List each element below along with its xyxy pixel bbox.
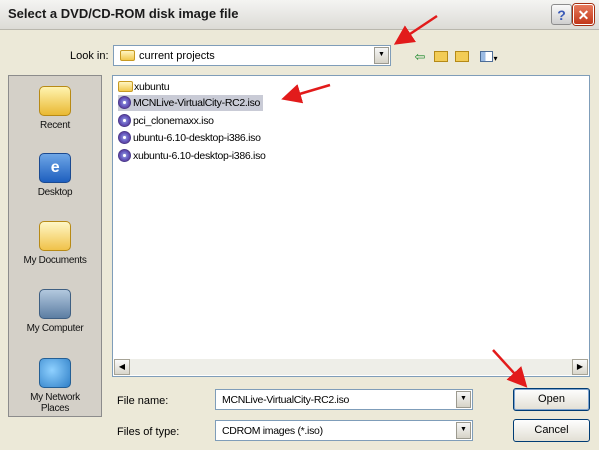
list-item[interactable]: xubuntu: [118, 79, 170, 95]
place-recent[interactable]: Recent: [9, 86, 101, 131]
documents-folder-icon: [39, 221, 71, 251]
filetype-value: CDROM images (*.iso): [222, 425, 323, 437]
close-button[interactable]: ✕: [573, 4, 594, 25]
horizontal-scrollbar[interactable]: ◀ ▶: [114, 359, 588, 375]
place-my-computer[interactable]: My Computer: [9, 289, 101, 334]
filename-label: File name:: [117, 395, 169, 407]
disc-image-icon: [118, 96, 131, 109]
filetype-label: Files of type:: [117, 426, 180, 438]
network-globe-icon: [39, 358, 71, 388]
folder-icon: [118, 81, 133, 92]
scroll-right-icon[interactable]: ▶: [572, 359, 588, 375]
places-bar: Recent e Desktop My Documents My Compute…: [8, 75, 102, 417]
chevron-down-icon[interactable]: ▼: [456, 391, 471, 408]
up-folder-icon[interactable]: [432, 48, 450, 66]
place-label: My Computer: [26, 323, 84, 334]
disc-image-icon: [118, 149, 131, 162]
folder-icon: [120, 50, 135, 61]
lookin-value: current projects: [139, 50, 215, 62]
disc-image-icon: [118, 114, 131, 127]
place-label: Recent: [40, 120, 70, 131]
list-item[interactable]: pci_clonemaxx.iso: [118, 113, 214, 129]
list-item-selected[interactable]: MCNLive-VirtualCity-RC2.iso: [118, 95, 264, 111]
open-button[interactable]: Open: [513, 388, 590, 411]
place-label: Desktop: [37, 187, 73, 198]
dialog-title: Select a DVD/CD-ROM disk image file: [8, 6, 239, 21]
place-label: My Documents: [23, 255, 87, 266]
computer-icon: [39, 289, 71, 319]
filetype-dropdown[interactable]: CDROM images (*.iso) ▼: [215, 420, 473, 441]
place-label: My Network Places: [30, 392, 80, 414]
lookin-label: Look in:: [70, 50, 109, 62]
back-arrow-icon[interactable]: ⇦: [411, 48, 429, 66]
list-item[interactable]: xubuntu-6.10-desktop-i386.iso: [118, 148, 266, 164]
desktop-icon: e: [39, 153, 71, 183]
help-button[interactable]: ?: [551, 4, 572, 25]
cancel-button[interactable]: Cancel: [513, 419, 590, 442]
list-item[interactable]: ubuntu-6.10-desktop-i386.iso: [118, 130, 261, 146]
place-my-documents[interactable]: My Documents: [9, 221, 101, 266]
new-folder-icon[interactable]: [453, 48, 471, 66]
disc-image-icon: [118, 131, 131, 144]
place-my-network[interactable]: My Network Places: [9, 358, 101, 414]
views-menu-icon[interactable]: ▾: [476, 48, 502, 66]
recent-folder-icon: [39, 86, 71, 116]
chevron-down-icon[interactable]: ▼: [456, 422, 471, 439]
file-list[interactable]: xubuntu MCNLive-VirtualCity-RC2.iso pci_…: [112, 75, 590, 377]
filename-value: MCNLive-VirtualCity-RC2.iso: [222, 394, 350, 406]
scroll-left-icon[interactable]: ◀: [114, 359, 130, 375]
chevron-down-icon[interactable]: ▼: [374, 47, 389, 64]
title-bar: Select a DVD/CD-ROM disk image file ? ✕: [0, 0, 599, 30]
filename-input[interactable]: MCNLive-VirtualCity-RC2.iso ▼: [215, 389, 473, 410]
lookin-dropdown[interactable]: current projects ▼: [113, 45, 391, 66]
place-desktop[interactable]: e Desktop: [9, 153, 101, 198]
